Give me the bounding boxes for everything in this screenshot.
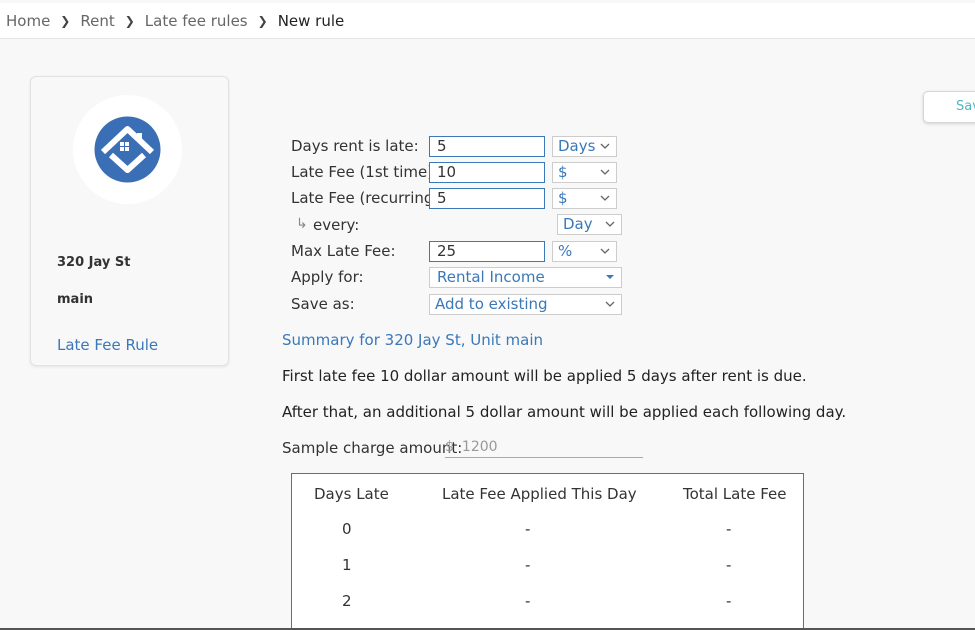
apply-for-select[interactable]: Rental Income — [429, 267, 622, 288]
table-cell-total: - — [726, 556, 732, 574]
sample-charge-placeholder: 1200 — [461, 438, 498, 455]
save-as-label: Save as: — [291, 295, 355, 313]
table-cell-days: 2 — [342, 592, 352, 610]
sample-charge-input[interactable]: $ 1200 — [445, 436, 643, 458]
fee-recurring-unit-select[interactable]: $ — [552, 188, 617, 209]
days-late-unit-value: Days — [558, 137, 596, 155]
table-cell-days: 1 — [342, 556, 352, 574]
breadcrumb-late-fee-rules[interactable]: Late fee rules — [145, 12, 248, 30]
apply-for-value: Rental Income — [437, 268, 545, 286]
chevron-right-icon: ❯ — [124, 13, 135, 28]
fee-recurring-label: Late Fee (recurring): — [291, 189, 445, 207]
chevron-down-icon — [605, 301, 615, 307]
fee-first-unit-select[interactable]: $ — [552, 162, 617, 183]
late-fee-rule-link[interactable]: Late Fee Rule — [57, 336, 158, 354]
fee-first-input[interactable]: 10 — [429, 162, 545, 183]
chevron-down-icon — [600, 248, 610, 254]
table-cell-fee: - — [525, 520, 531, 538]
property-card: 320 Jay St main Late Fee Rule — [30, 76, 229, 366]
column-header-days-late: Days Late — [314, 485, 389, 503]
table-cell-fee: - — [525, 592, 531, 610]
house-logo-icon — [94, 116, 161, 183]
save-button[interactable]: Save — [923, 91, 975, 123]
every-unit-select[interactable]: Day — [557, 214, 622, 235]
breadcrumb: Home ❯ Rent ❯ Late fee rules ❯ New rule — [0, 3, 975, 39]
column-header-fee-applied: Late Fee Applied This Day — [442, 485, 637, 503]
fee-recurring-input[interactable]: 5 — [429, 188, 545, 209]
chevron-down-icon — [600, 143, 610, 149]
days-late-label: Days rent is late: — [291, 137, 419, 155]
currency-symbol: $ — [445, 438, 454, 455]
chevron-right-icon: ❯ — [60, 13, 71, 28]
property-unit: main — [57, 292, 94, 307]
table-cell-total: - — [726, 520, 732, 538]
save-as-select[interactable]: Add to existing — [429, 294, 622, 315]
apply-for-label: Apply for: — [291, 268, 364, 286]
table-cell-fee: - — [525, 556, 531, 574]
column-header-total-fee: Total Late Fee — [683, 485, 787, 503]
fee-recurring-unit-value: $ — [558, 189, 568, 207]
chevron-down-icon — [600, 169, 610, 175]
save-as-value: Add to existing — [435, 295, 548, 313]
fee-first-label: Late Fee (1st time): — [291, 163, 439, 181]
max-fee-label: Max Late Fee: — [291, 242, 396, 260]
chevron-down-icon — [600, 195, 610, 201]
avatar — [73, 95, 182, 204]
chevron-right-icon: ❯ — [257, 13, 268, 28]
table-cell-days: 0 — [342, 520, 352, 538]
breadcrumb-home[interactable]: Home — [6, 12, 50, 30]
days-late-unit-select[interactable]: Days — [552, 136, 617, 157]
sample-charge-label: Sample charge amount: — [282, 439, 463, 457]
max-fee-unit-value: % — [558, 242, 573, 260]
fee-first-unit-value: $ — [558, 163, 568, 181]
every-label: every: — [313, 216, 360, 234]
table-cell-total: - — [726, 592, 732, 610]
breadcrumb-current: New rule — [277, 11, 345, 30]
property-address: 320 Jay St — [57, 255, 131, 270]
days-late-input[interactable]: 5 — [429, 136, 545, 157]
summary-line-first: First late fee 10 dollar amount will be … — [282, 367, 807, 385]
max-fee-unit-select[interactable]: % — [552, 241, 617, 262]
every-unit-value: Day — [563, 215, 593, 233]
return-arrow-icon: ↳ — [296, 216, 308, 232]
late-fee-table: Days Late Late Fee Applied This Day Tota… — [291, 473, 804, 630]
summary-line-recurring: After that, an additional 5 dollar amoun… — [282, 403, 847, 421]
summary-title: Summary for 320 Jay St, Unit main — [282, 331, 544, 349]
chevron-down-icon — [605, 221, 615, 227]
caret-down-icon — [606, 275, 614, 279]
max-fee-input[interactable]: 25 — [429, 241, 545, 262]
breadcrumb-rent[interactable]: Rent — [80, 12, 114, 30]
